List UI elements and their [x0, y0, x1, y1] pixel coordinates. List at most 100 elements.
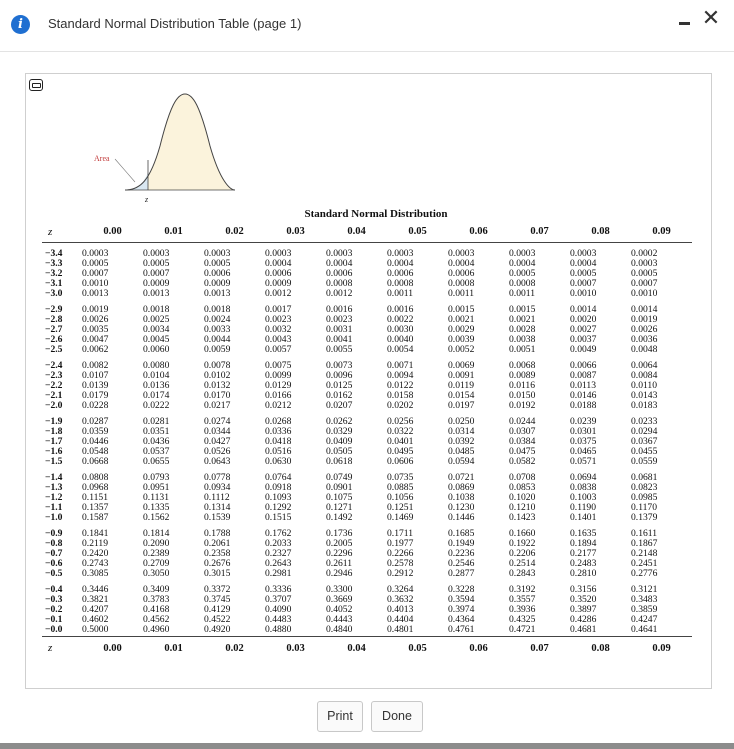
probability-cell: 0.0015 [448, 303, 475, 315]
probability-cell: 0.4840 [326, 624, 353, 636]
table-row: −1.4 0.0808 0.0793 0.0778 0.0764 0.0749 0.0735… [42, 468, 692, 483]
probability-cell: 0.0071 [387, 359, 414, 371]
probability-cell: 0.0064 [631, 359, 658, 371]
z-value-cell: −1.4 [45, 471, 63, 483]
probability-cell: 0.0003 [326, 247, 353, 259]
probability-cell: 0.3085 [82, 568, 109, 580]
column-header-0: 0.00 [103, 226, 122, 238]
probability-cell: 0.3015 [204, 568, 231, 580]
probability-cell: 0.0735 [387, 471, 414, 483]
probability-cell: 0.0016 [326, 303, 353, 315]
probability-cell: 0.0019 [82, 303, 109, 315]
dialog-title: Standard Normal Distribution Table (page… [48, 16, 302, 31]
probability-cell: 0.0060 [143, 344, 170, 356]
probability-cell: 0.0075 [265, 359, 292, 371]
probability-cell: 0.0202 [387, 400, 414, 412]
probability-cell: 0.0054 [387, 344, 414, 356]
probability-cell: 0.0051 [509, 344, 536, 356]
probability-cell: 0.0052 [448, 344, 475, 356]
probability-cell: 0.3156 [570, 583, 597, 595]
probability-cell: 0.0010 [631, 288, 658, 300]
probability-cell: 0.2776 [631, 568, 658, 580]
column-header-1: 0.01 [164, 226, 183, 238]
probability-cell: 0.0643 [204, 456, 231, 468]
probability-cell: 0.0003 [143, 247, 170, 259]
probability-cell: 0.1446 [448, 512, 475, 524]
probability-cell: 0.2877 [448, 568, 475, 580]
probability-cell: 0.0013 [82, 288, 109, 300]
table-body: −3.4 0.0003 0.0003 0.0003 0.0003 0.0003 0.0003… [42, 242, 692, 636]
probability-cell: 0.0017 [265, 303, 292, 315]
probability-cell: 0.0559 [631, 456, 658, 468]
probability-cell: 0.0016 [387, 303, 414, 315]
probability-cell: 0.0012 [326, 288, 353, 300]
column-header-6: 0.06 [469, 642, 488, 654]
probability-cell: 0.0197 [448, 400, 475, 412]
probability-cell: 0.0571 [570, 456, 597, 468]
probability-cell: 0.0250 [448, 415, 475, 427]
footer-row: z 0.00 0.01 0.02 0.03 0.04 0.05 0.06 0.07 0.08 0.… [42, 636, 692, 660]
probability-cell: 0.0749 [326, 471, 353, 483]
probability-cell: 0.0188 [570, 400, 597, 412]
z-value-cell: −0.5 [45, 568, 63, 580]
column-header-8: 0.08 [591, 642, 610, 654]
table-title: Standard Normal Distribution [304, 208, 448, 220]
probability-cell: 0.0808 [82, 471, 109, 483]
probability-cell: 0.0262 [326, 415, 353, 427]
probability-cell: 0.0014 [570, 303, 597, 315]
probability-cell: 0.3372 [204, 583, 231, 595]
probability-cell: 0.0630 [265, 456, 292, 468]
z-value-cell: −0.9 [45, 527, 63, 539]
probability-cell: 0.0049 [570, 344, 597, 356]
probability-cell: 0.0222 [143, 400, 170, 412]
bottom-bar [0, 743, 734, 749]
close-button[interactable]: ✕ [698, 6, 724, 32]
expand-icon[interactable] [29, 79, 43, 91]
area-leader-line [114, 158, 136, 183]
probability-cell: 0.1423 [509, 512, 536, 524]
probability-cell: 0.4641 [631, 624, 658, 636]
table-row: −2.4 0.0082 0.0080 0.0078 0.0075 0.0073 0.0071… [42, 356, 692, 371]
normal-curve-figure: Area z [85, 86, 236, 214]
column-header-0: 0.00 [103, 642, 122, 654]
probability-cell: 0.0062 [82, 344, 109, 356]
column-header-2: 0.02 [225, 226, 244, 238]
curve-fill [125, 94, 235, 190]
z-footer: z [48, 642, 53, 655]
table-row: −1.9 0.0287 0.0281 0.0274 0.0268 0.0262 0.0256… [42, 412, 692, 427]
column-header-9: 0.09 [652, 642, 671, 654]
probability-cell: 0.1492 [326, 512, 353, 524]
z-value-cell: −3.0 [45, 288, 63, 300]
probability-cell: 0.0080 [143, 359, 170, 371]
probability-cell: 0.1587 [82, 512, 109, 524]
probability-cell: 0.0694 [570, 471, 597, 483]
column-header-8: 0.08 [591, 226, 610, 238]
probability-cell: 0.0268 [265, 415, 292, 427]
column-header-4: 0.04 [347, 226, 366, 238]
probability-cell: 0.0655 [143, 456, 170, 468]
probability-cell: 0.0721 [448, 471, 475, 483]
probability-cell: 0.1762 [265, 527, 292, 539]
print-button[interactable]: Print [317, 701, 363, 732]
z-value-cell: −2.4 [45, 359, 63, 371]
z-label: z [144, 195, 149, 204]
dialog-titlebar: i Standard Normal Distribution Table (pa… [0, 0, 734, 52]
probability-cell: 0.0183 [631, 400, 658, 412]
column-header-3: 0.03 [286, 642, 305, 654]
probability-cell: 0.0013 [204, 288, 231, 300]
probability-cell: 0.3300 [326, 583, 353, 595]
probability-cell: 0.0708 [509, 471, 536, 483]
done-button[interactable]: Done [371, 701, 423, 732]
probability-cell: 0.0003 [265, 247, 292, 259]
z-value-cell: −2.0 [45, 400, 63, 412]
z-value-cell: −1.9 [45, 415, 63, 427]
probability-cell: 0.0011 [448, 288, 475, 300]
minimize-button[interactable] [676, 9, 694, 31]
column-header-5: 0.05 [408, 226, 427, 238]
table-row: −3.4 0.0003 0.0003 0.0003 0.0003 0.0003 0.0003… [42, 242, 692, 259]
probability-cell: 0.0281 [143, 415, 170, 427]
probability-cell: 0.0002 [631, 247, 658, 259]
probability-cell: 0.1685 [448, 527, 475, 539]
probability-cell: 0.0256 [387, 415, 414, 427]
probability-cell: 0.0764 [265, 471, 292, 483]
